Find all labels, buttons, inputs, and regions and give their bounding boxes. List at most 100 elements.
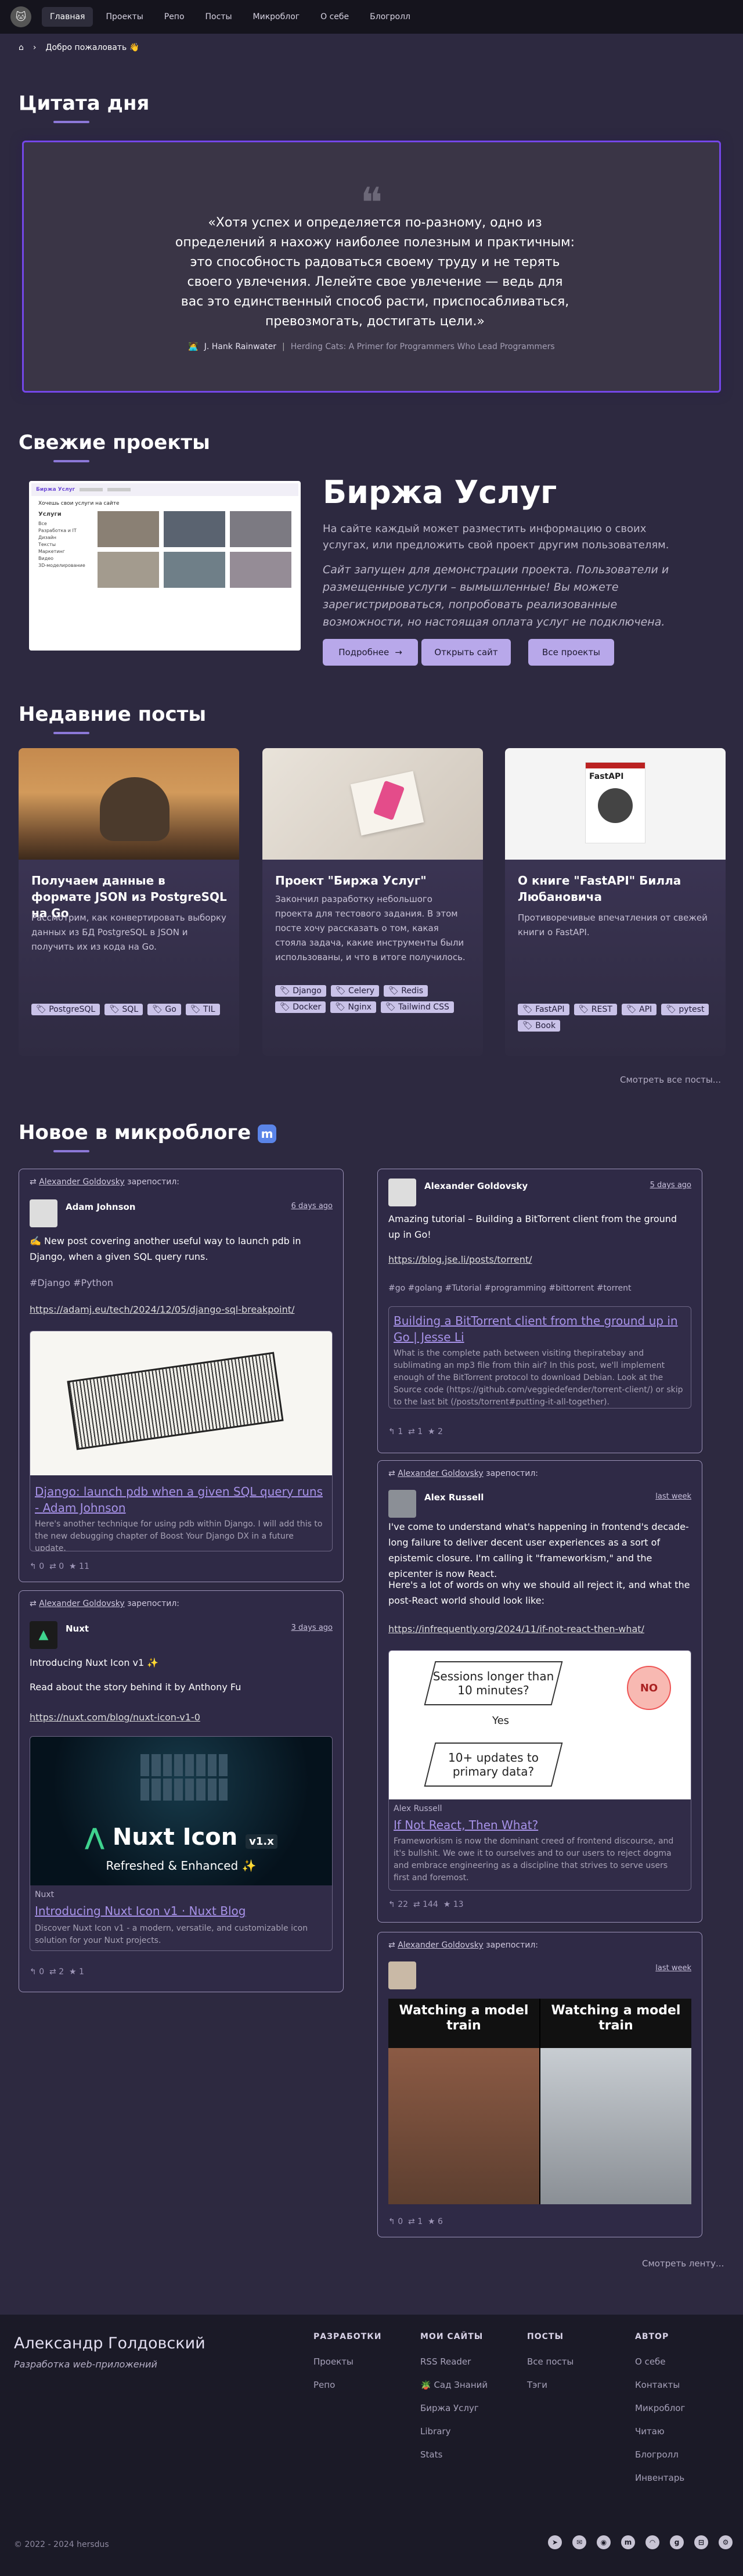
footer-link[interactable]: Блогролл bbox=[635, 2449, 685, 2473]
home-icon[interactable]: ⌂ bbox=[19, 43, 24, 52]
toot-user[interactable]: Alex Russell bbox=[424, 1492, 484, 1503]
footer-link[interactable]: Читаю bbox=[635, 2426, 685, 2449]
nav-item-projects[interactable]: Проекты bbox=[98, 7, 151, 27]
booster-link[interactable]: Alexander Goldovsky bbox=[39, 1599, 125, 1608]
post-title[interactable]: О книге "FastAPI" Билла Любановича bbox=[518, 872, 715, 905]
tag[interactable]: 🏷 Go bbox=[147, 1004, 181, 1015]
tag[interactable]: 🏷 Celery bbox=[330, 985, 379, 997]
tag[interactable]: 🏷 pytest bbox=[661, 1004, 709, 1015]
all-projects-button[interactable]: Все проекты bbox=[528, 639, 614, 666]
post-body: Закончил разработку небольшого проекта д… bbox=[275, 894, 466, 962]
footer-link[interactable]: RSS Reader bbox=[420, 2356, 488, 2380]
booster-link[interactable]: Alexander Goldovsky bbox=[39, 1177, 125, 1187]
nav-item-microblog[interactable]: Микроблог bbox=[245, 7, 308, 27]
footer-link[interactable]: Проекты bbox=[313, 2356, 381, 2380]
footer-link[interactable]: 🪴 Сад Знаний bbox=[420, 2380, 488, 2403]
post-card[interactable]: FastAPI О книге "FastAPI" Билла Любанови… bbox=[505, 748, 726, 1056]
nav-item-about[interactable]: О себе bbox=[312, 7, 357, 27]
mastodon-icon[interactable]: m bbox=[258, 1124, 276, 1143]
tag[interactable]: 🏷 SQL bbox=[104, 1004, 143, 1015]
toot-link[interactable]: https://nuxt.com/blog/nuxt-icon-v1-0 bbox=[30, 1712, 200, 1723]
tag[interactable]: 🏷 Tailwind CSS bbox=[380, 1001, 454, 1013]
steam-icon[interactable]: ⚙ bbox=[719, 2535, 733, 2549]
footer-link[interactable]: Все посты bbox=[527, 2356, 574, 2380]
post-image-elephant bbox=[19, 748, 239, 860]
project-open-button[interactable]: Открыть сайт bbox=[421, 639, 511, 666]
tag[interactable]: 🏷 API bbox=[621, 1004, 657, 1015]
project-more-button[interactable]: Подробнее → bbox=[323, 639, 418, 666]
mastodon-icon[interactable]: m bbox=[621, 2535, 635, 2549]
boost-count: 1 bbox=[417, 2217, 423, 2226]
nav-item-blogroll[interactable]: Блогролл bbox=[362, 7, 419, 27]
screenshot-card-image bbox=[230, 511, 291, 547]
all-posts-link[interactable]: Смотреть все посты... bbox=[620, 1075, 721, 1085]
footer-link[interactable]: Library bbox=[420, 2426, 488, 2449]
link-card[interactable]: Sessions longer than 10 minutes? NO Yes … bbox=[388, 1650, 691, 1891]
link-card[interactable]: Django: launch pdb when a given SQL quer… bbox=[30, 1331, 333, 1551]
toot-date[interactable]: 6 days ago bbox=[291, 1202, 333, 1210]
footer-link[interactable]: Тэги bbox=[527, 2380, 574, 2403]
project-more-label: Подробнее bbox=[338, 647, 389, 658]
toot-user[interactable]: Nuxt bbox=[66, 1623, 89, 1634]
goodreads-icon[interactable]: g bbox=[670, 2535, 684, 2549]
tag[interactable]: 🏷 Redis bbox=[383, 985, 428, 997]
tag[interactable]: 🏷 FastAPI bbox=[518, 1004, 569, 1015]
avatar[interactable] bbox=[388, 1490, 416, 1518]
rss-icon[interactable]: ◠ bbox=[645, 2535, 659, 2549]
post-card[interactable]: Проект "Биржа Услуг" Закончил разработку… bbox=[262, 748, 483, 1056]
telegram-icon[interactable]: ➤ bbox=[548, 2535, 562, 2549]
card-title[interactable]: Django: launch pdb when a given SQL quer… bbox=[35, 1483, 325, 1516]
toot-date[interactable]: 5 days ago bbox=[650, 1181, 691, 1190]
toot-link[interactable]: https://adamj.eu/tech/2024/12/05/django-… bbox=[30, 1304, 294, 1315]
card-title[interactable]: If Not React, Then What? bbox=[394, 1817, 684, 1833]
github-icon[interactable]: ◉ bbox=[597, 2535, 611, 2549]
nav-item-repo[interactable]: Репо bbox=[156, 7, 193, 27]
toot-link[interactable]: https://blog.jse.li/posts/torrent/ bbox=[388, 1254, 532, 1265]
mail-icon[interactable]: ✉ bbox=[572, 2535, 586, 2549]
footer-link[interactable]: Репо bbox=[313, 2380, 381, 2403]
footer-link[interactable]: О себе bbox=[635, 2356, 685, 2380]
nav-item-home[interactable]: Главная bbox=[42, 7, 93, 27]
tag[interactable]: 🏷 Docker bbox=[275, 1001, 326, 1013]
library-icon[interactable]: ⊟ bbox=[694, 2535, 708, 2549]
avatar[interactable] bbox=[388, 1179, 416, 1206]
link-card[interactable]: Building a BitTorrent client from the gr… bbox=[388, 1306, 691, 1409]
card-title[interactable]: Introducing Nuxt Icon v1 · Nuxt Blog bbox=[35, 1903, 325, 1919]
footer-link[interactable]: Микроблог bbox=[635, 2403, 685, 2426]
tag[interactable]: 🏷 REST bbox=[574, 1004, 617, 1015]
card-title[interactable]: Building a BitTorrent client from the gr… bbox=[394, 1313, 684, 1345]
toot-user[interactable]: Alexander Goldovsky bbox=[424, 1181, 528, 1191]
toot-text: Introducing Nuxt Icon v1 ✨ bbox=[30, 1657, 159, 1668]
avatar[interactable] bbox=[388, 1961, 416, 1989]
toot-hashtags[interactable]: #Django #Python bbox=[30, 1275, 331, 1291]
reposted-label: зарепостил: bbox=[486, 1469, 539, 1478]
microblog-feed-link[interactable]: Смотреть ленту... bbox=[642, 2258, 724, 2269]
post-title[interactable]: Проект "Биржа Услуг" bbox=[275, 872, 473, 889]
footer-link[interactable]: Инвентарь bbox=[635, 2473, 685, 2496]
toot-hashtags[interactable]: #go #golang #Tutorial #programming #bitt… bbox=[388, 1281, 690, 1296]
nav-item-posts[interactable]: Посты bbox=[197, 7, 240, 27]
tag[interactable]: 🏷 Django bbox=[275, 985, 326, 997]
project-screenshot[interactable]: Биржа Услуг Хочешь свои услуги на сайте … bbox=[29, 481, 301, 651]
post-card[interactable]: Получаем данные в формате JSON из Postgr… bbox=[19, 748, 239, 1056]
tag[interactable]: 🏷 Book bbox=[518, 1020, 561, 1032]
toot-link[interactable]: https://infrequently.org/2024/11/if-not-… bbox=[388, 1623, 644, 1634]
tag[interactable]: 🏷 PostgreSQL bbox=[31, 1004, 100, 1015]
nuxt-logo-icon[interactable]: ▲ bbox=[30, 1621, 57, 1649]
site-logo-avatar[interactable]: 🐱 bbox=[10, 6, 31, 27]
link-card[interactable]: ⋀ Nuxt Icon v1.x Refreshed & Enhanced ✨ … bbox=[30, 1736, 333, 1951]
tag[interactable]: 🏷 Nginx bbox=[330, 1001, 376, 1013]
favourite-count: 11 bbox=[79, 1562, 89, 1571]
toot-user[interactable]: Adam Johnson bbox=[66, 1202, 135, 1212]
footer-link[interactable]: Биржа Услуг bbox=[420, 2403, 488, 2426]
booster-link[interactable]: Alexander Goldovsky bbox=[398, 1941, 484, 1950]
footer-link[interactable]: Контакты bbox=[635, 2380, 685, 2403]
toot-date[interactable]: 3 days ago bbox=[291, 1623, 333, 1632]
toot-date[interactable]: last week bbox=[655, 1492, 691, 1501]
toot-date[interactable]: last week bbox=[655, 1964, 691, 1973]
booster-link[interactable]: Alexander Goldovsky bbox=[398, 1469, 484, 1478]
tag[interactable]: 🏷 TIL bbox=[185, 1004, 220, 1015]
avatar[interactable] bbox=[30, 1199, 57, 1227]
footer-link[interactable]: Stats bbox=[420, 2449, 488, 2473]
screenshot-navbar: Биржа Услуг bbox=[31, 483, 298, 496]
